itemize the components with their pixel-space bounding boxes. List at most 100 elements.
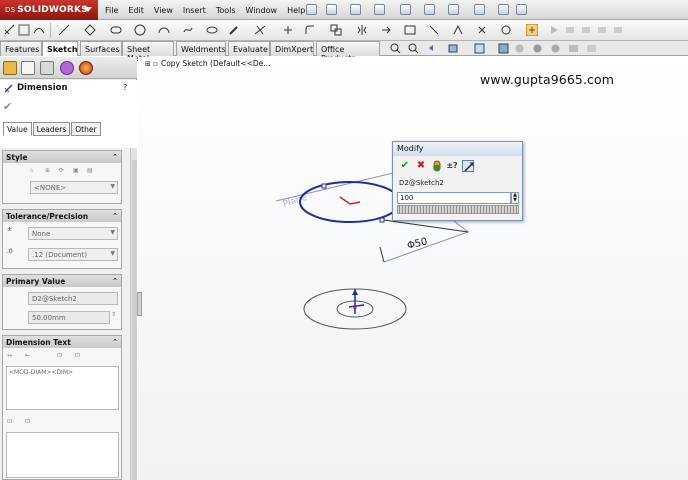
dimension-text-box-lower[interactable]	[6, 432, 119, 478]
graphics-area[interactable]: Plane Φ50	[138, 57, 688, 480]
modify-value-input[interactable]: 100	[397, 192, 511, 204]
centerline-icon[interactable]	[84, 24, 96, 36]
instant2d-icon[interactable]	[500, 24, 512, 36]
print-icon[interactable]	[400, 4, 411, 15]
tab-office-products[interactable]: Office Products	[316, 41, 380, 63]
view-more-icon[interactable]	[586, 43, 597, 54]
step-forward-icon[interactable]	[564, 24, 576, 36]
tab-other[interactable]: Other	[71, 122, 101, 136]
rebuild-icon[interactable]	[474, 4, 485, 15]
play-icon[interactable]	[548, 24, 560, 36]
save-icon[interactable]	[374, 4, 385, 15]
new-document-icon[interactable]	[326, 4, 337, 15]
style-select[interactable]: <NONE> ▼	[30, 181, 118, 194]
polygon-icon[interactable]	[182, 24, 194, 36]
undo-icon[interactable]	[424, 4, 435, 15]
convert-entities-icon[interactable]	[282, 24, 294, 36]
modify-dialog-title[interactable]: Modify	[393, 142, 522, 156]
tab-sketch[interactable]: Sketch	[42, 41, 78, 56]
settings-icon[interactable]	[516, 4, 527, 15]
text-symbol-icon[interactable]: ⊡	[7, 418, 19, 427]
dimension-text-box[interactable]: <MOD-DIAM><DIM>	[6, 366, 119, 410]
style-save-icon[interactable]: ▣	[73, 167, 85, 176]
sketch-icon[interactable]	[18, 24, 30, 36]
tab-weldments[interactable]: Weldments	[176, 41, 226, 56]
menu-file[interactable]: File	[100, 0, 123, 20]
circle-handle[interactable]	[379, 217, 385, 223]
precision-select[interactable]: .12 (Document) ▼	[28, 248, 118, 261]
feature-tree-item[interactable]: ⊞ ▫ Copy Sketch (Default<<De...	[145, 59, 270, 68]
menu-window[interactable]: Window	[241, 0, 283, 20]
help-icon[interactable]: ?	[123, 83, 133, 93]
collapse-icon[interactable]: ⌃	[112, 153, 118, 161]
mark-dimension-button[interactable]	[462, 160, 474, 172]
rectangle-icon[interactable]	[110, 24, 122, 36]
move-entities-icon[interactable]	[380, 24, 392, 36]
dimxpert-manager-icon[interactable]	[60, 61, 74, 75]
scrollbar-thumb[interactable]	[132, 160, 137, 480]
view-orientation-icon[interactable]	[474, 43, 485, 54]
menu-insert[interactable]: Insert	[178, 0, 211, 20]
step-back-icon[interactable]	[580, 24, 592, 36]
apply-scene-icon[interactable]	[550, 43, 561, 54]
reset-spin-button[interactable]: ±?	[446, 160, 458, 172]
style-load-icon[interactable]: ▤	[87, 167, 99, 176]
record-icon[interactable]	[612, 24, 624, 36]
circle-icon[interactable]	[134, 24, 146, 36]
style-update-icon[interactable]: ⟳	[59, 167, 71, 176]
style-add-icon[interactable]: ⊕	[45, 167, 57, 176]
hide-show-icon[interactable]	[514, 43, 525, 54]
sketch-canvas[interactable]: Plane Φ50	[138, 57, 688, 480]
stop-icon[interactable]	[596, 24, 608, 36]
display-relations-icon[interactable]	[404, 24, 416, 36]
display-manager-icon[interactable]	[79, 61, 93, 75]
ok-check-icon[interactable]: ✔	[3, 100, 12, 113]
tab-evaluate[interactable]: Evaluate	[228, 41, 270, 56]
rebuild-button[interactable]	[431, 160, 443, 172]
view-settings-icon[interactable]	[568, 43, 579, 54]
pen-icon[interactable]	[228, 24, 240, 36]
circle-handle[interactable]	[321, 183, 327, 189]
zoom-to-fit-icon[interactable]	[390, 43, 401, 54]
tab-value[interactable]: Value	[3, 122, 32, 136]
pin-icon[interactable]	[306, 4, 317, 15]
smart-dimension-icon[interactable]	[4, 24, 16, 36]
tab-features[interactable]: Features	[0, 41, 42, 56]
dimension-text-header[interactable]: Dimension Text ⌃	[3, 336, 121, 348]
primary-value-header[interactable]: Primary Value ⌃	[3, 275, 121, 287]
select-icon[interactable]	[448, 4, 459, 15]
edit-appearance-icon[interactable]	[532, 43, 543, 54]
modify-spinner[interactable]: ▲ ▼	[511, 192, 519, 204]
section-view-icon[interactable]	[448, 43, 459, 54]
ellipse-icon[interactable]	[206, 24, 218, 36]
previous-view-icon[interactable]	[428, 43, 439, 54]
quick-snaps-icon[interactable]	[452, 24, 464, 36]
line-icon[interactable]	[58, 24, 70, 36]
tab-surfaces[interactable]: Surfaces	[80, 41, 122, 56]
offset-icon[interactable]	[330, 24, 342, 36]
tolerance-group-header[interactable]: Tolerance/Precision ⌃	[3, 210, 121, 222]
menu-tools[interactable]: Tools	[211, 0, 241, 20]
arc-icon[interactable]	[158, 24, 170, 36]
tree-expand-icon[interactable]: ⊞	[145, 60, 151, 68]
trim-icon[interactable]	[254, 24, 266, 36]
sketch-circle[interactable]	[299, 181, 401, 223]
tab-sheet-metal[interactable]: Sheet Metal	[122, 41, 174, 63]
options-icon[interactable]	[498, 4, 509, 15]
zoom-area-icon[interactable]	[408, 43, 419, 54]
exit-sketch-icon[interactable]	[525, 23, 539, 37]
menu-view[interactable]: View	[149, 0, 178, 20]
property-manager-icon[interactable]	[21, 61, 35, 75]
ok-button[interactable]: ✔	[399, 160, 411, 172]
text-symbol-2-icon[interactable]: ⊡	[25, 418, 37, 427]
dimension-value-field[interactable]: 50.00mm	[28, 311, 110, 324]
menu-edit[interactable]: Edit	[123, 0, 149, 20]
style-group-header[interactable]: Style ⌃	[3, 151, 121, 163]
repair-sketch-icon[interactable]	[428, 24, 440, 36]
collapse-icon[interactable]: ⌃	[112, 277, 118, 285]
text-align-icon[interactable]: ⇤	[25, 352, 37, 361]
text-justify-icon[interactable]: ⊡	[57, 352, 69, 361]
collapse-icon[interactable]: ⌃	[112, 338, 118, 346]
tolerance-type-select[interactable]: None ▼	[28, 227, 118, 240]
dimension-label[interactable]: Φ50	[406, 236, 429, 252]
